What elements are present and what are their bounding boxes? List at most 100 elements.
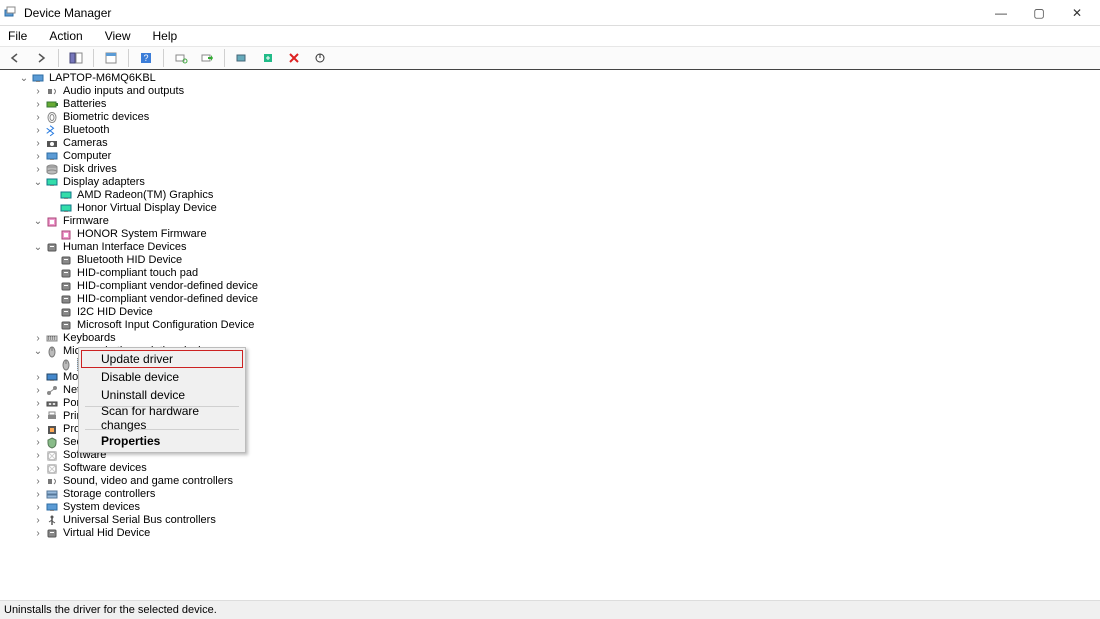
expand-icon[interactable]: ⌄ [32, 215, 44, 228]
hid-icon [44, 527, 60, 540]
hid-icon [58, 293, 74, 306]
tree-category[interactable]: ⌄Display adapters [6, 176, 1100, 189]
tree-category[interactable]: › Computer [6, 150, 1100, 163]
expand-icon[interactable]: › [32, 111, 44, 124]
close-button[interactable]: ✕ [1058, 0, 1096, 25]
tree-category[interactable]: ›Keyboards [6, 332, 1100, 345]
expand-icon[interactable]: › [32, 137, 44, 150]
category-label: Storage controllers [63, 488, 155, 501]
network-icon [44, 384, 60, 397]
tree-device[interactable]: I2C HID Device [6, 306, 1100, 319]
minimize-button[interactable]: — [982, 0, 1020, 25]
show-hide-tree-button[interactable] [65, 48, 87, 68]
expand-icon[interactable]: › [32, 527, 44, 540]
monitor-icon [44, 371, 60, 384]
category-label: Cameras [63, 137, 108, 150]
expand-icon[interactable]: › [32, 436, 44, 449]
ctx-properties[interactable]: Properties [81, 432, 243, 450]
hid-icon [58, 319, 74, 332]
category-label: Firmware [63, 215, 109, 228]
expand-icon[interactable]: › [32, 150, 44, 163]
properties-button[interactable] [100, 48, 122, 68]
expand-icon[interactable]: › [32, 384, 44, 397]
expand-icon[interactable]: › [32, 410, 44, 423]
ctx-update-driver[interactable]: Update driver [81, 350, 243, 368]
expand-icon[interactable]: › [32, 462, 44, 475]
power-button[interactable] [309, 48, 331, 68]
expand-icon[interactable]: › [32, 423, 44, 436]
menu-action[interactable]: Action [45, 28, 86, 44]
tree-device[interactable]: HONOR System Firmware [6, 228, 1100, 241]
expand-icon[interactable]: › [32, 501, 44, 514]
disk-icon [44, 163, 60, 176]
ctx-uninstall-device[interactable]: Uninstall device [81, 386, 243, 404]
help-button[interactable]: ? [135, 48, 157, 68]
expand-icon[interactable]: › [32, 163, 44, 176]
tree-category[interactable]: ⌄Human Interface Devices [6, 241, 1100, 254]
tree-device[interactable]: Bluetooth HID Device [6, 254, 1100, 267]
category-label: Biometric devices [63, 111, 149, 124]
menu-view[interactable]: View [101, 28, 135, 44]
tree-category[interactable]: › Storage controllers [6, 488, 1100, 501]
tree-category[interactable]: ›System devices [6, 501, 1100, 514]
maximize-button[interactable]: ▢ [1020, 0, 1058, 25]
tree-category[interactable]: › Sound, video and game controllers [6, 475, 1100, 488]
audio-icon [44, 85, 60, 98]
tree-category[interactable]: ›Batteries [6, 98, 1100, 111]
menu-file[interactable]: File [4, 28, 31, 44]
hid-icon [58, 306, 74, 319]
software-icon [44, 462, 60, 475]
tree-device[interactable]: HID-compliant touch pad [6, 267, 1100, 280]
device-label: Honor Virtual Display Device [77, 202, 217, 215]
expand-icon[interactable]: › [32, 124, 44, 137]
update-driver-button[interactable] [196, 48, 218, 68]
tree-category[interactable]: ›Virtual Hid Device [6, 527, 1100, 540]
tree-device[interactable]: HID-compliant vendor-defined device [6, 293, 1100, 306]
expand-icon[interactable]: › [32, 397, 44, 410]
collapse-icon[interactable]: ⌄ [18, 72, 30, 85]
expand-icon[interactable]: › [32, 371, 44, 384]
uninstall-button[interactable] [231, 48, 253, 68]
category-label: Computer [63, 150, 111, 163]
hid-icon [58, 254, 74, 267]
printer-icon [44, 410, 60, 423]
tree-category[interactable]: ›Audio inputs and outputs [6, 85, 1100, 98]
toolbar: ? [0, 46, 1100, 70]
scan-hardware-button[interactable] [170, 48, 192, 68]
expand-icon[interactable]: › [32, 98, 44, 111]
category-label: Universal Serial Bus controllers [63, 514, 216, 527]
tree-category[interactable]: › Universal Serial Bus controllers [6, 514, 1100, 527]
forward-button[interactable] [30, 48, 52, 68]
category-label: Sound, video and game controllers [63, 475, 233, 488]
expand-icon[interactable]: › [32, 332, 44, 345]
disable-button[interactable] [283, 48, 305, 68]
menu-help[interactable]: Help [149, 28, 182, 44]
tree-category[interactable]: ›Disk drives [6, 163, 1100, 176]
expand-icon[interactable]: › [32, 85, 44, 98]
expand-icon[interactable]: › [32, 449, 44, 462]
device-tree-pane[interactable]: ⌄LAPTOP-M6MQ6KBL›Audio inputs and output… [0, 69, 1100, 601]
tree-device[interactable]: Honor Virtual Display Device [6, 202, 1100, 215]
ctx-scan-hardware[interactable]: Scan for hardware changes [81, 409, 243, 427]
tree-category[interactable]: ⌄ Firmware [6, 215, 1100, 228]
back-button[interactable] [4, 48, 26, 68]
tree-category[interactable]: ›Software devices [6, 462, 1100, 475]
expand-icon[interactable]: ⌄ [32, 345, 44, 358]
expand-icon[interactable]: › [32, 514, 44, 527]
device-label: HONOR System Firmware [77, 228, 207, 241]
tree-category[interactable]: ›Bluetooth [6, 124, 1100, 137]
expand-icon[interactable]: › [32, 488, 44, 501]
tree-device[interactable]: HID-compliant vendor-defined device [6, 280, 1100, 293]
ctx-disable-device[interactable]: Disable device [81, 368, 243, 386]
expand-icon[interactable]: › [32, 475, 44, 488]
expand-icon[interactable]: ⌄ [32, 176, 44, 189]
svg-text:?: ? [143, 53, 148, 63]
tree-root[interactable]: ⌄LAPTOP-M6MQ6KBL [6, 72, 1100, 85]
tree-category[interactable]: › Biometric devices [6, 111, 1100, 124]
tree-category[interactable]: › Cameras [6, 137, 1100, 150]
tree-device[interactable]: Microsoft Input Configuration Device [6, 319, 1100, 332]
enable-button[interactable] [257, 48, 279, 68]
expand-icon[interactable]: ⌄ [32, 241, 44, 254]
tree-device[interactable]: AMD Radeon(TM) Graphics [6, 189, 1100, 202]
context-menu: Update driver Disable device Uninstall d… [78, 347, 246, 453]
